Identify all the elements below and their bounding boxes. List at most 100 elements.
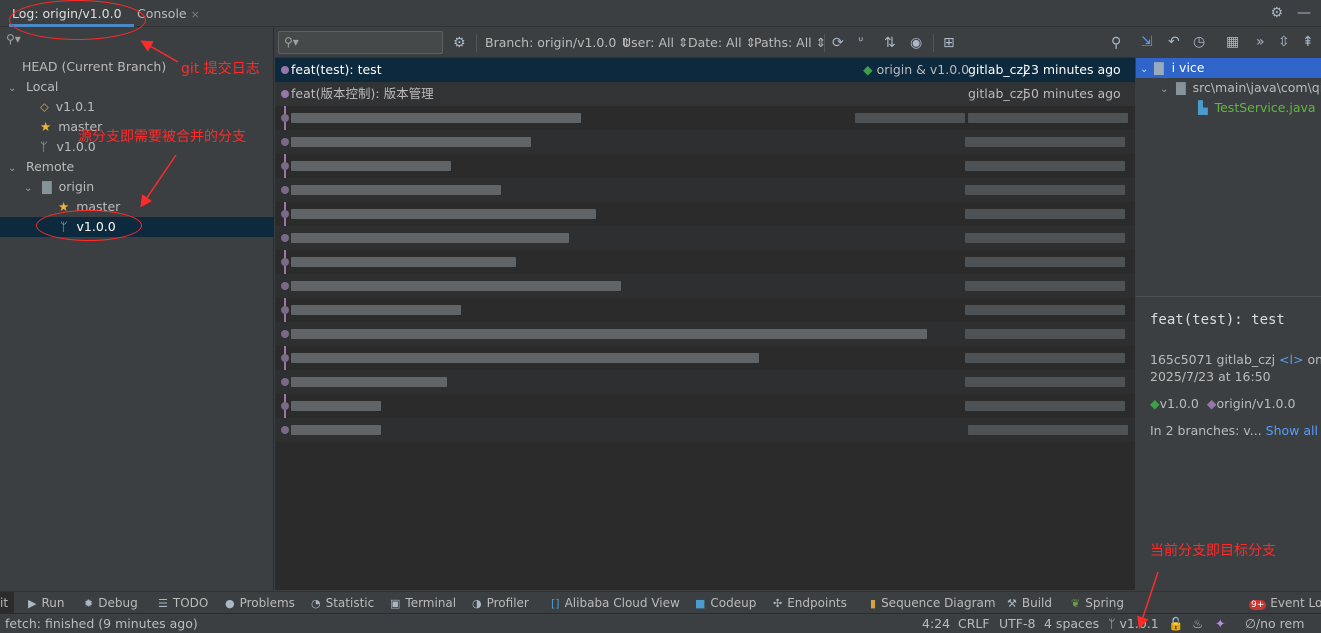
blurred-commit-row[interactable] bbox=[275, 370, 1135, 394]
tool-git[interactable]: it bbox=[0, 592, 15, 614]
search-icon[interactable]: ⚲ bbox=[1111, 28, 1121, 58]
chevron-down-icon[interactable]: ⌄ bbox=[1140, 60, 1150, 78]
lock-icon[interactable]: 🔓 bbox=[1168, 614, 1184, 633]
folder-icon: ▇ bbox=[1175, 80, 1186, 95]
blurred-commit-row[interactable] bbox=[275, 226, 1135, 250]
tool-endpoints[interactable]: ✣ Endpoints bbox=[773, 592, 847, 614]
tool-statistic[interactable]: ◔ Statistic bbox=[311, 592, 374, 614]
blurred-text bbox=[291, 377, 447, 387]
tab-console[interactable]: Console × bbox=[137, 0, 200, 27]
blurred-commit-row[interactable] bbox=[275, 394, 1135, 418]
collapse-all-icon[interactable]: ⇞ bbox=[1302, 34, 1314, 50]
endpoints-icon: ✣ bbox=[773, 597, 783, 610]
blurred-commit-row[interactable] bbox=[275, 106, 1135, 130]
eye-icon[interactable]: ◉ bbox=[910, 28, 922, 58]
new-tab-icon[interactable]: ⊞ bbox=[943, 28, 955, 58]
blurred-commit-row[interactable] bbox=[275, 274, 1135, 298]
more-icon[interactable]: » bbox=[1256, 34, 1265, 50]
commit-node bbox=[281, 402, 289, 410]
notifications-icon[interactable]: ♨ bbox=[1192, 614, 1203, 633]
file-tree-module[interactable]: ⌄ ▇ i vice bbox=[1136, 58, 1321, 78]
blurred-commit-row[interactable] bbox=[275, 346, 1135, 370]
file-tree-file[interactable]: ▙ TestService.java bbox=[1136, 98, 1321, 118]
sort-icon[interactable]: ⇅ bbox=[884, 28, 896, 58]
chevron-down-icon[interactable]: ⌄ bbox=[1160, 80, 1170, 98]
date-filter[interactable]: Date: All ⇕ bbox=[688, 28, 756, 58]
tree-item-local-tag[interactable]: ⬦ v1.0.1 bbox=[0, 97, 274, 117]
indent-setting[interactable]: 4 spaces bbox=[1044, 614, 1099, 633]
blurred-commit-row[interactable] bbox=[275, 250, 1135, 274]
commit-author: gitlab_czj bbox=[968, 62, 1027, 77]
commit-row[interactable]: feat(test): test ◆ origin & v1.0.0 gitla… bbox=[275, 58, 1135, 82]
remote-status[interactable]: ∅/no rem bbox=[1245, 614, 1304, 633]
plugin-icon[interactable]: ✦ bbox=[1215, 614, 1225, 633]
branch-filter[interactable]: Branch: origin/v1.0.0 ⇕ bbox=[485, 28, 631, 58]
chevron-down-icon[interactable]: ⌄ bbox=[24, 179, 34, 199]
author-email-link[interactable]: <l> bbox=[1279, 352, 1303, 367]
cursor-position[interactable]: 4:24 bbox=[922, 614, 950, 633]
collapse-icon[interactable]: ⇲ bbox=[1141, 34, 1153, 50]
tool-terminal[interactable]: ▣ Terminal bbox=[390, 592, 456, 614]
undo-icon[interactable]: ↶ bbox=[1168, 34, 1180, 50]
paths-filter[interactable]: Paths: All ⇕ bbox=[754, 28, 826, 58]
show-all-link[interactable]: Show all bbox=[1266, 423, 1318, 438]
commit-time: 50 minutes ago bbox=[1023, 86, 1121, 101]
tree-item-origin-master[interactable]: ★ master bbox=[0, 197, 274, 217]
tool-event-log[interactable]: 9+Event Log bbox=[1249, 592, 1321, 614]
blurred-commit-row[interactable] bbox=[275, 154, 1135, 178]
line-separator[interactable]: CRLF bbox=[958, 614, 990, 633]
cherry-pick-icon[interactable]: ᐡ bbox=[858, 28, 863, 58]
tree-item-remote[interactable]: ⌄ Remote bbox=[0, 157, 274, 177]
gear-icon[interactable]: ⚙ bbox=[1270, 5, 1283, 21]
tool-codeup[interactable]: ■ Codeup bbox=[695, 592, 756, 614]
commit-node bbox=[281, 258, 289, 266]
file-encoding[interactable]: UTF-8 bbox=[999, 614, 1035, 633]
group-icon[interactable]: ▦ bbox=[1226, 34, 1239, 50]
divider bbox=[933, 34, 934, 52]
tool-debug[interactable]: ✹ Debug bbox=[84, 592, 138, 614]
tool-sequence[interactable]: ▮ Sequence Diagram bbox=[870, 592, 996, 614]
close-icon[interactable]: × bbox=[191, 8, 200, 21]
blurred-commit-row[interactable] bbox=[275, 298, 1135, 322]
tool-spring[interactable]: ❦ Spring bbox=[1071, 592, 1124, 614]
expand-all-icon[interactable]: ⇳ bbox=[1278, 34, 1290, 50]
branch-search[interactable]: ⚲▾ bbox=[6, 32, 21, 52]
history-icon[interactable]: ◷ bbox=[1193, 34, 1205, 50]
gear-icon[interactable]: ⚙ bbox=[453, 28, 466, 58]
minimize-icon[interactable]: — bbox=[1297, 5, 1311, 21]
tool-alibaba[interactable]: [] Alibaba Cloud View bbox=[551, 592, 680, 614]
folder-icon: ▇ bbox=[1153, 60, 1164, 75]
commit-node bbox=[281, 90, 289, 98]
chevron-down-icon[interactable]: ⌄ bbox=[8, 79, 18, 99]
git-branch-widget[interactable]: ᛘ v1.0.1 bbox=[1108, 614, 1159, 633]
log-search-input[interactable]: ⚲▾ bbox=[278, 31, 443, 54]
refresh-icon[interactable]: ⟳ bbox=[832, 28, 844, 58]
blurred-commit-row[interactable] bbox=[275, 130, 1135, 154]
tool-profiler[interactable]: ◑ Profiler bbox=[472, 592, 529, 614]
commit-date: 2025/7/23 at 16:50 bbox=[1150, 369, 1271, 384]
blurred-text bbox=[965, 281, 1125, 291]
tree-item-local[interactable]: ⌄ Local bbox=[0, 77, 274, 97]
tool-todo[interactable]: ☰ TODO bbox=[158, 592, 208, 614]
folder-icon: ▇ bbox=[41, 179, 52, 194]
blurred-commit-row[interactable] bbox=[275, 202, 1135, 226]
user-filter[interactable]: User: All ⇕ bbox=[622, 28, 688, 58]
endpoints-label: Endpoints bbox=[787, 596, 847, 610]
java-file-icon: ▙ bbox=[1198, 100, 1208, 115]
chevron-down-icon[interactable]: ⌄ bbox=[8, 159, 18, 179]
blurred-text bbox=[291, 353, 759, 363]
blurred-commit-row[interactable] bbox=[275, 322, 1135, 346]
blurred-text bbox=[291, 233, 569, 243]
commit-node bbox=[281, 138, 289, 146]
tool-build[interactable]: ⚒ Build bbox=[1007, 592, 1052, 614]
file-tree-path[interactable]: ⌄ ▇ src\main\java\com\qi bbox=[1136, 78, 1321, 98]
blurred-commit-row[interactable] bbox=[275, 418, 1135, 442]
event-badge: 9+ bbox=[1249, 600, 1267, 610]
blurred-text bbox=[965, 305, 1125, 315]
tree-item-origin[interactable]: ⌄ ▇ origin bbox=[0, 177, 274, 197]
tool-run[interactable]: ▶ Run bbox=[28, 592, 64, 614]
tool-problems[interactable]: ● Problems bbox=[225, 592, 295, 614]
blurred-commit-row[interactable] bbox=[275, 178, 1135, 202]
blurred-text bbox=[291, 185, 501, 195]
commit-row[interactable]: feat(版本控制): 版本管理 gitlab_czj 50 minutes a… bbox=[275, 82, 1135, 106]
